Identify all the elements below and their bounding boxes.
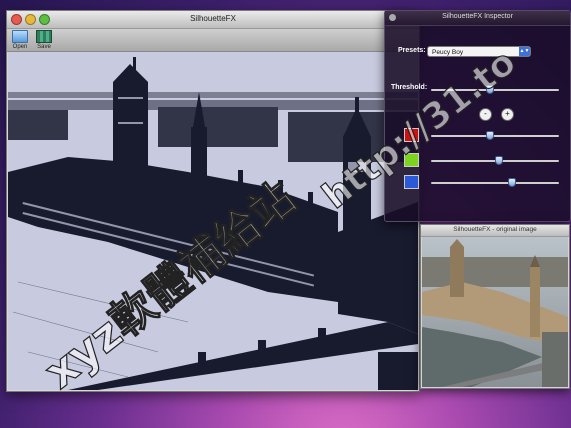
threshold-increment-button[interactable]: + (501, 108, 514, 121)
open-folder-icon (12, 30, 28, 43)
slider-thumb[interactable] (485, 131, 494, 140)
slider-thumb[interactable] (485, 85, 494, 94)
color-swatch-2[interactable] (404, 153, 419, 167)
open-label: Open (12, 44, 28, 50)
presets-value: Peucy Boy (432, 49, 464, 56)
threshold-label: Threshold: (391, 84, 428, 91)
open-button[interactable]: Open (11, 29, 29, 51)
inspector-panel: SilhouetteFX Inspector Presets: Peucy Bo… (384, 10, 571, 222)
threshold-slider[interactable] (431, 85, 559, 95)
original-image-window: SilhouetteFX - original image (420, 224, 570, 389)
presets-label: Presets: (398, 47, 426, 54)
original-titlebar[interactable]: SilhouetteFX - original image (421, 225, 569, 237)
color-swatch-1[interactable] (404, 128, 419, 142)
save-icon (36, 30, 52, 43)
color-level-slider-3[interactable] (431, 178, 559, 188)
inspector-titlebar[interactable]: SilhouetteFX Inspector (385, 11, 570, 26)
inspector-title: SilhouetteFX Inspector (442, 13, 513, 20)
main-titlebar[interactable]: SilhouetteFX (7, 11, 419, 29)
color-level-slider-2[interactable] (431, 156, 559, 166)
silhouette-image-canvas (8, 52, 418, 390)
save-button[interactable]: Save (35, 29, 53, 51)
color-swatch-3[interactable] (404, 175, 419, 189)
main-toolbar: Open Save (7, 29, 419, 52)
color-level-slider-1[interactable] (431, 131, 559, 141)
presets-dropdown[interactable]: Peucy Boy ▲▼ (427, 46, 531, 57)
main-window: SilhouetteFX Open Save (6, 10, 420, 392)
original-photo (422, 237, 568, 387)
original-image-canvas (422, 237, 568, 387)
slider-thumb[interactable] (507, 178, 516, 187)
save-label: Save (37, 44, 51, 50)
slider-track (431, 182, 559, 184)
slider-track (431, 135, 559, 137)
main-window-title: SilhouetteFX (190, 14, 236, 23)
dropdown-arrows-icon: ▲▼ (519, 47, 530, 56)
silhouette-image (8, 52, 418, 390)
slider-track (431, 89, 559, 91)
slider-thumb[interactable] (494, 156, 503, 165)
threshold-decrement-button[interactable]: - (479, 108, 492, 121)
original-window-title: SilhouetteFX - original image (453, 226, 537, 233)
